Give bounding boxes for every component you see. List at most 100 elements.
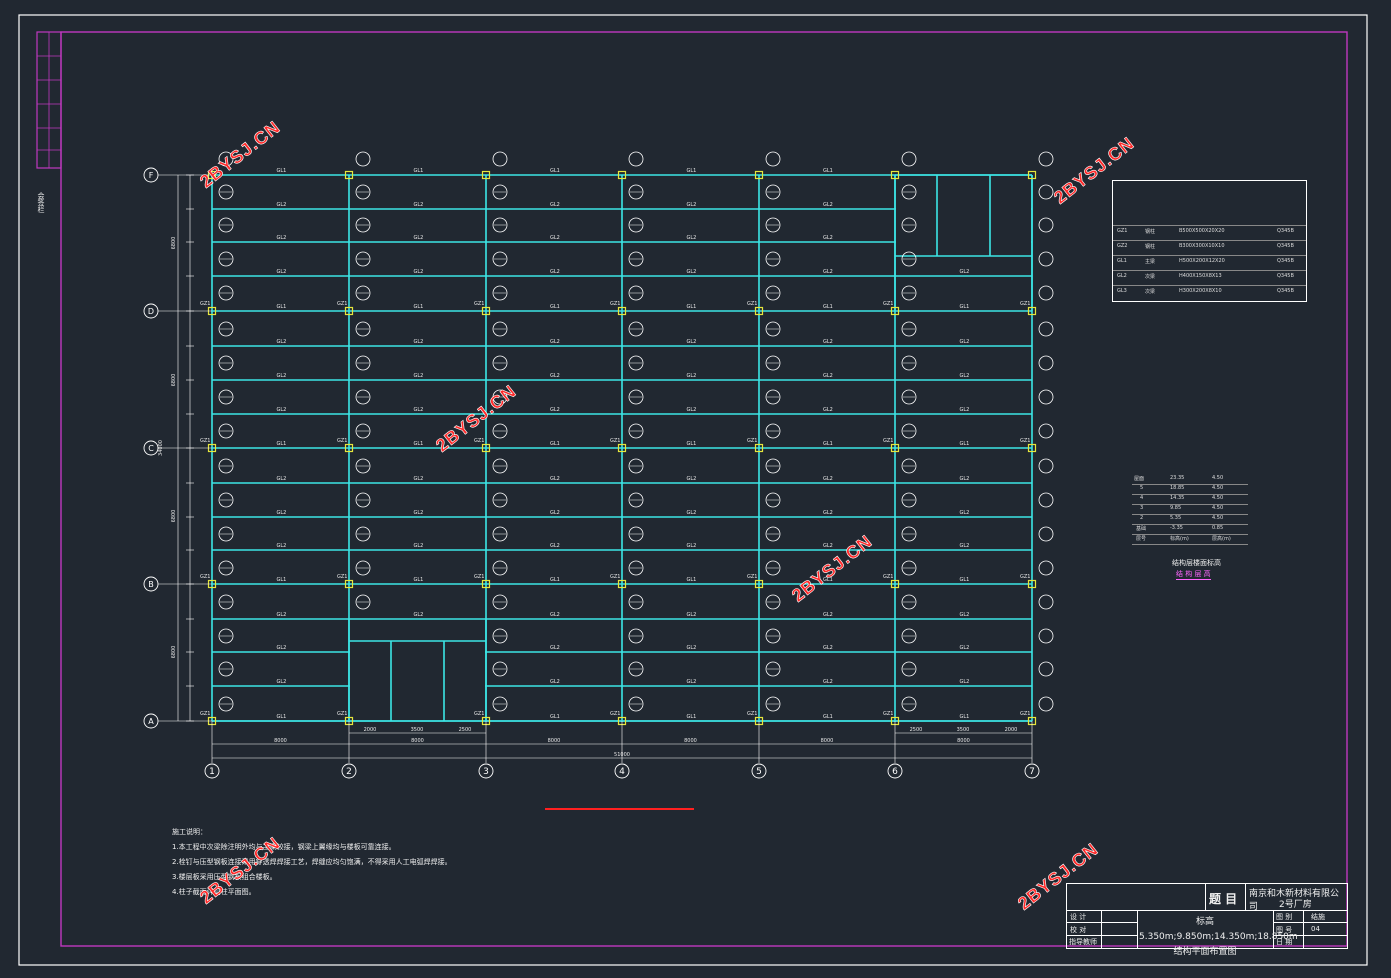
node-marker	[1038, 321, 1054, 337]
date-label: 日 期	[1276, 938, 1293, 946]
beam-tag: GZ1	[610, 438, 620, 444]
beam-tag: GL1	[687, 577, 697, 583]
legend-row: GZ2 钢柱 B300X300X10X10 Q345B	[1113, 240, 1306, 253]
beam-tag: GZ1	[1020, 711, 1030, 717]
legend-code: GL3	[1117, 288, 1127, 294]
beam-tag: GL2	[550, 202, 560, 208]
beam-tag: GZ1	[747, 711, 757, 717]
beam-tag: GL2	[687, 339, 697, 345]
left-group-dimension: 6800	[171, 646, 177, 659]
axis-letter: B	[148, 580, 154, 589]
legend-spec: H500X200X12X20	[1179, 258, 1225, 264]
sub-dimension: 2000	[364, 727, 377, 733]
beam-tag: GZ1	[474, 438, 484, 444]
beam-tag: GZ1	[337, 574, 347, 580]
beam-tag: GL2	[823, 645, 833, 651]
beam-tag: GL1	[414, 168, 424, 174]
beam-tag: GL2	[277, 202, 287, 208]
beam-tag: GL2	[823, 235, 833, 241]
beam-tag: GL2	[823, 339, 833, 345]
beam-tag: GL1	[960, 714, 970, 720]
beam-tag: GL2	[550, 612, 560, 618]
legend-row: GL3 次梁 H300X200X8X10 Q345B	[1113, 285, 1306, 298]
beam-tag: GL2	[823, 202, 833, 208]
beam-tag: GL1	[823, 441, 833, 447]
beam-tag: GL1	[960, 577, 970, 583]
beam-tag: GZ1	[610, 301, 620, 307]
beam-tag: GL2	[823, 510, 833, 516]
beam-tag: GL2	[277, 476, 287, 482]
legend-material: Q345B	[1277, 288, 1294, 294]
beam-tag: GZ1	[474, 301, 484, 307]
legend-name: 次梁	[1145, 289, 1156, 295]
beam-tag: GL1	[550, 441, 560, 447]
beam-tag: GL2	[550, 235, 560, 241]
sub-dimension: 2000	[1005, 727, 1018, 733]
category-value: 结施	[1311, 913, 1325, 921]
legend-name: 次梁	[1145, 274, 1156, 280]
elevation-caption-2: 结 构 层 高	[1176, 570, 1211, 580]
beam-tag: GL2	[687, 476, 697, 482]
project-name: 2号厂房	[1279, 900, 1312, 910]
node-marker	[1038, 355, 1054, 371]
beam-tag: GZ1	[747, 438, 757, 444]
notes-title: 施工说明：	[172, 828, 207, 836]
beam-tag: GL2	[277, 269, 287, 275]
legend-material: Q345B	[1277, 228, 1294, 234]
beam-tag: GL2	[823, 612, 833, 618]
advisor-label: 指导教师	[1069, 938, 1097, 946]
node-marker	[1038, 423, 1054, 439]
beam-tag: GL2	[414, 476, 424, 482]
elevation-row: 层号 标高(m) 层高(m)	[1132, 534, 1248, 545]
node-marker	[1038, 492, 1054, 508]
designer-label: 设 计	[1070, 913, 1087, 921]
beam-tag: GL2	[960, 476, 970, 482]
bay-dimension: 8000	[684, 738, 697, 744]
beam-tag: GZ1	[747, 574, 757, 580]
floor-elevation-table: 屋面 23.35 4.50 5 18.85 4.50 4 14.35 4.50 3 9.85 4…	[1132, 474, 1248, 545]
axis-number: 4	[619, 767, 625, 777]
node-marker	[1038, 628, 1054, 644]
legend-code: GZ1	[1117, 228, 1128, 234]
beam-tag: GL1	[414, 577, 424, 583]
beam-tag: GL2	[414, 510, 424, 516]
node-marker	[1038, 526, 1054, 542]
beam-tag: GL2	[550, 645, 560, 651]
bay-dimension: 8000	[548, 738, 561, 744]
title-block: 题 目 南京和木新材料有限公司 2号厂房 标高5.350m;9.850m;14.…	[1066, 883, 1348, 957]
beam-tag: GZ1	[1020, 301, 1030, 307]
beam-tag: GL2	[960, 373, 970, 379]
left-group-dimension: 6800	[171, 237, 177, 250]
legend-name: 主梁	[1145, 259, 1156, 265]
legend-code: GZ2	[1117, 243, 1128, 249]
title-label: 题 目	[1209, 892, 1238, 906]
beam-tag: GL1	[277, 577, 287, 583]
beam-tag: GL1	[550, 577, 560, 583]
beam-tag: GL2	[414, 269, 424, 275]
node-marker	[1038, 696, 1054, 712]
beam-tag: GZ1	[337, 711, 347, 717]
node-marker	[1038, 661, 1054, 677]
beam-tag: GZ1	[883, 711, 893, 717]
beam-tag: GL2	[687, 373, 697, 379]
beam-tag: GL2	[823, 407, 833, 413]
beam-tag: GL2	[414, 202, 424, 208]
node-marker	[1038, 151, 1054, 167]
node-marker	[901, 151, 917, 167]
legend-code: GL2	[1117, 273, 1127, 279]
legend-material: Q345B	[1277, 258, 1294, 264]
beam-tag: GZ1	[200, 301, 210, 307]
node-marker	[1038, 389, 1054, 405]
left-total-dimension: 34000	[158, 440, 164, 456]
beam-tag: GL2	[823, 269, 833, 275]
beam-tag: GL1	[687, 441, 697, 447]
beam-tag: GZ1	[1020, 438, 1030, 444]
beam-tag: GL1	[277, 714, 287, 720]
checker-label: 校 对	[1070, 926, 1087, 934]
axis-letter: C	[148, 444, 154, 453]
beam-tag: GL2	[277, 612, 287, 618]
node-marker	[492, 151, 508, 167]
beam-tag: GL2	[687, 235, 697, 241]
beam-tag: GL2	[550, 510, 560, 516]
node-marker	[355, 151, 371, 167]
